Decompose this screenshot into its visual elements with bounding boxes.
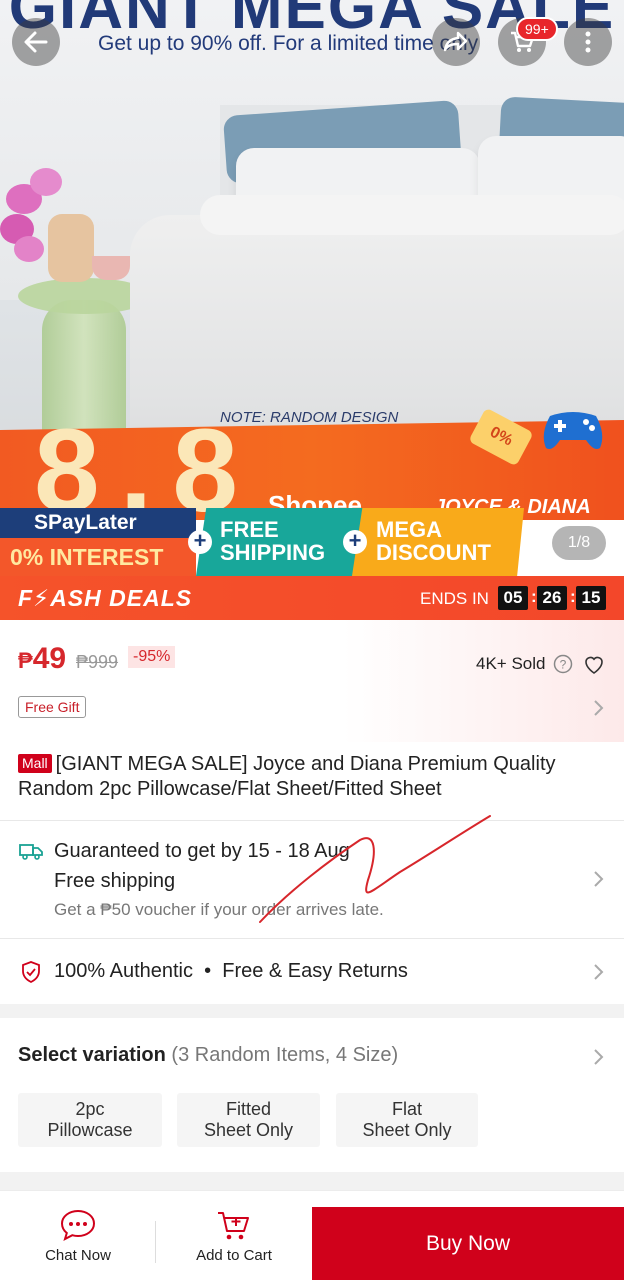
- sheet-fold: [200, 195, 624, 235]
- chevron-right-icon[interactable]: [592, 962, 606, 982]
- random-design-note: NOTE: RANDOM DESIGN: [220, 409, 399, 426]
- timer-minutes: 26: [537, 586, 567, 610]
- chevron-right-icon[interactable]: [592, 698, 606, 718]
- promo-strip: SPayLater 0% INTEREST FREE SHIPPING MEGA…: [0, 508, 624, 576]
- delivery-guarantee: Guaranteed to get by 15 - 18 Aug: [54, 840, 350, 862]
- truck-icon: [19, 844, 43, 860]
- product-title-text: [GIANT MEGA SALE] Joyce and Diana Premiu…: [18, 753, 556, 800]
- timer-hours: 05: [498, 586, 528, 610]
- buy-now-button[interactable]: Buy Now: [312, 1207, 624, 1280]
- chat-icon: [60, 1209, 96, 1241]
- assurance-text: 100% Authentic • Free & Easy Returns: [54, 960, 408, 982]
- sold-count: 4K+ Sold: [476, 654, 546, 673]
- variation-option[interactable]: 2pc Pillowcase: [18, 1093, 162, 1147]
- more-vertical-icon: [585, 31, 591, 53]
- back-button[interactable]: [12, 18, 60, 66]
- free-gift-badge[interactable]: Free Gift: [18, 696, 87, 718]
- add-to-cart-button[interactable]: Add to Cart: [192, 1207, 276, 1264]
- chevron-right-icon[interactable]: [592, 869, 606, 889]
- cup: [92, 256, 130, 280]
- hero-subheadline: Get up to 90% off. For a limited time on…: [98, 32, 479, 55]
- divider: [0, 938, 624, 939]
- currency-symbol: ₱: [18, 648, 33, 673]
- arrow-left-icon: [24, 31, 48, 53]
- mega-line1: MEGA: [376, 517, 442, 542]
- gamepad-icon: [543, 412, 603, 449]
- more-options-button[interactable]: [564, 18, 612, 66]
- timer-separator: :: [531, 587, 537, 606]
- svg-text:?: ?: [560, 658, 567, 672]
- current-price: ₱49: [18, 642, 66, 676]
- bottom-separator: [155, 1221, 156, 1263]
- orchid-flower: [14, 236, 44, 262]
- interest-label: 0% INTEREST: [0, 538, 196, 576]
- section-gap: [0, 1172, 624, 1190]
- flash-deals-title: F⚡ASH DEALS: [18, 585, 193, 611]
- add-cart-icon: [218, 1212, 249, 1240]
- variation-heading: Select variation (3 Random Items, 4 Size…: [18, 1044, 398, 1067]
- bottom-action-bar: Chat Now Add to Cart Buy Now: [0, 1190, 624, 1280]
- mall-badge: Mall: [18, 754, 52, 773]
- original-price: ₱999: [76, 652, 119, 672]
- plus-icon: +: [188, 530, 212, 554]
- flash-deals-bar[interactable]: F⚡ASH DEALS ENDS IN 05 : 26 : 15: [0, 576, 624, 620]
- vase: [48, 214, 94, 282]
- heart-icon[interactable]: [582, 652, 606, 676]
- timer-separator: :: [570, 587, 576, 606]
- spaylater-label: SPayLater: [0, 508, 196, 538]
- image-pager: 1/8: [552, 526, 606, 560]
- shield-check-icon: [22, 961, 40, 984]
- variation-title: Select variation: [18, 1044, 166, 1066]
- share-icon: [443, 31, 468, 52]
- timer-seconds: 15: [576, 586, 606, 610]
- chevron-right-icon[interactable]: [592, 1047, 606, 1067]
- late-voucher-note: Get a ₱50 voucher if your order arrives …: [54, 900, 384, 919]
- variation-option[interactable]: Flat Sheet Only: [336, 1093, 478, 1147]
- free-shipping-text: Free shipping: [54, 870, 176, 892]
- product-title: Mall [GIANT MEGA SALE] Joyce and Diana Pr…: [18, 752, 608, 802]
- help-icon[interactable]: ?: [553, 654, 573, 674]
- cart-count-badge: 99+: [516, 17, 558, 41]
- ends-in-label: ENDS IN: [420, 589, 489, 608]
- price-value: 49: [32, 642, 67, 675]
- section-gap: [0, 1004, 624, 1018]
- mega-discount-badge: MEGA DISCOUNT: [352, 508, 524, 576]
- add-to-cart-label: Add to Cart: [196, 1247, 272, 1264]
- variation-subtitle: (3 Random Items, 4 Size): [171, 1044, 399, 1066]
- spaylater-badge: SPayLater 0% INTEREST: [0, 508, 196, 576]
- variation-option[interactable]: Fitted Sheet Only: [177, 1093, 320, 1147]
- free-shipping-badge: FREE SHIPPING: [196, 508, 366, 576]
- discount-badge: -95%: [128, 646, 176, 668]
- plus-icon: +: [343, 530, 367, 554]
- chat-now-button[interactable]: Chat Now: [40, 1207, 116, 1264]
- orchid-flower: [30, 168, 62, 196]
- price-section: ₱49 ₱999 -95% 4K+ Sold ? Free Gift: [0, 620, 624, 742]
- mega-line2: DISCOUNT: [376, 540, 491, 565]
- chat-now-label: Chat Now: [45, 1247, 111, 1264]
- share-button[interactable]: [432, 18, 480, 66]
- divider: [0, 820, 624, 821]
